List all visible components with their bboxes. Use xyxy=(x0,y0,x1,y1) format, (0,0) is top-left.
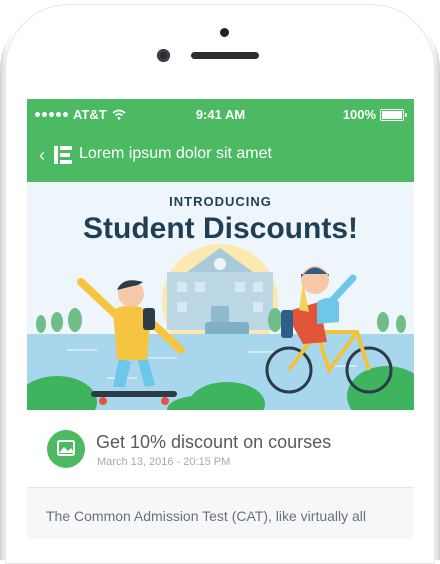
card-title: Get 10% discount on courses xyxy=(96,432,332,452)
nav-title: Lorem ipsum dolor sit amet xyxy=(79,145,272,162)
proximity-sensor xyxy=(220,28,229,37)
banner-title: Student Discounts! xyxy=(83,212,358,245)
earpiece-speaker xyxy=(191,52,259,59)
front-camera xyxy=(157,49,170,62)
card-date: March 13, 2016 - 20:15 PM xyxy=(97,456,231,468)
discount-card[interactable]: Get 10% discount on courses March 13, 20… xyxy=(27,417,414,488)
chevron-left-icon[interactable]: ‹ xyxy=(39,146,45,164)
status-bar: AT&T 9:41 AM 100% xyxy=(27,99,414,129)
battery-percent: 100% xyxy=(342,107,376,122)
image-icon xyxy=(47,430,85,468)
banner-subtitle: INTRODUCING xyxy=(169,194,272,209)
article-body: The Common Admission Test (CAT), like vi… xyxy=(46,508,367,524)
battery-icon xyxy=(380,108,407,121)
app-logo-icon xyxy=(54,146,72,164)
app-screen: AT&T 9:41 AM 100% ‹ Lorem ipsum dolor si… xyxy=(27,99,414,539)
promo-banner[interactable]: INTRODUCING Student Discounts! xyxy=(27,182,414,410)
nav-bar: ‹ Lorem ipsum dolor sit amet xyxy=(27,129,414,182)
